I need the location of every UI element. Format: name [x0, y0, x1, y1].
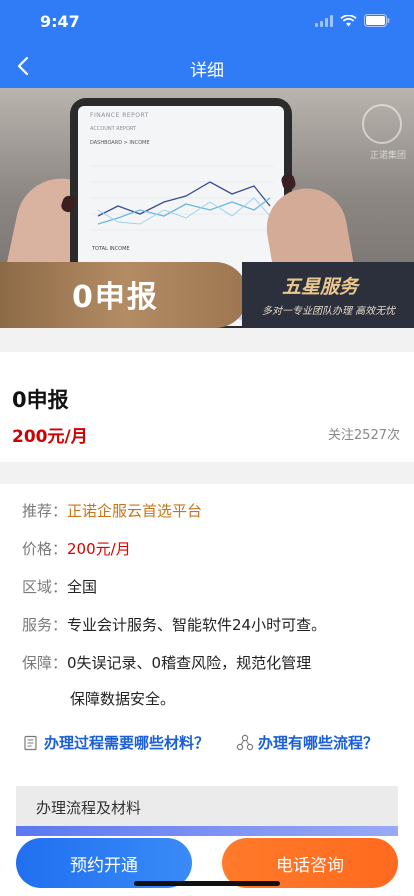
- detail-label: 服务：: [22, 616, 68, 634]
- wifi-icon: [340, 14, 357, 27]
- flow-section-title: 办理流程及材料: [36, 799, 142, 817]
- banner-five-star-plate: 五星服务 多对一专业团队办理 高效无忧: [242, 262, 414, 328]
- watermark-logo: [362, 104, 402, 144]
- detail-row-guarantee: 保障：0失误记录、0稽查风险，规范化管理: [22, 652, 311, 673]
- banner-five-star-subtext: 多对一专业团队办理 高效无忧: [262, 306, 396, 317]
- product-summary-card: 0申报 200元/月 关注2527次: [0, 352, 414, 462]
- detail-label: 保障：: [22, 654, 68, 672]
- detail-value: 0失误记录、0稽查风险，规范化管理: [67, 654, 312, 672]
- detail-value: 专业会计服务、智能软件24小时可查。: [67, 616, 327, 634]
- status-bar: 9:47: [0, 0, 414, 44]
- detail-label: 区域：: [22, 578, 68, 596]
- product-banner: FINANCE REPORT ACCOUNT REPORT DASHBOARD …: [0, 88, 414, 328]
- process-question-text: 办理有哪些流程？: [258, 734, 379, 752]
- detail-label: 推荐：: [22, 502, 68, 520]
- document-icon: [24, 735, 37, 750]
- flow-section-image: [16, 826, 398, 836]
- detail-row-recommend: 推荐：正诺企服云首选平台: [22, 500, 202, 521]
- banner-five-star-text: 五星服务: [282, 276, 359, 298]
- detail-row-region: 区域：全国: [22, 576, 97, 597]
- detail-row-service: 服务：专业会计服务、智能软件24小时可查。: [22, 614, 326, 635]
- flow-section-header: 办理流程及材料: [16, 786, 398, 826]
- detail-row-price: 价格：200元/月: [22, 538, 131, 559]
- page-title: 详细: [190, 61, 224, 81]
- banner-title-plate: 0申报: [0, 262, 248, 328]
- home-indicator: [134, 881, 280, 886]
- materials-question-link[interactable]: 办理过程需要哪些材料？: [22, 732, 209, 753]
- product-price: 200元/月: [12, 427, 88, 447]
- product-name: 0申报: [12, 388, 69, 412]
- process-question-link[interactable]: 办理有哪些流程？: [236, 732, 378, 753]
- detail-value: 200元/月: [67, 540, 131, 558]
- battery-icon: [364, 14, 390, 27]
- status-icons: [315, 14, 390, 27]
- nav-bar: 详细: [0, 44, 414, 88]
- materials-question-text: 办理过程需要哪些材料？: [44, 734, 210, 752]
- screen-total-label: TOTAL INCOME: [92, 246, 130, 252]
- signal-icon: [315, 14, 333, 27]
- detail-value: 全国: [67, 578, 98, 596]
- banner-main-text: 0申报: [72, 280, 159, 315]
- status-time: 9:47: [40, 12, 80, 31]
- product-details-card: 推荐：正诺企服云首选平台 价格：200元/月 区域：全国 服务：专业会计服务、智…: [0, 484, 414, 896]
- detail-label: 价格：: [22, 540, 68, 558]
- detail-guarantee-continued: 保障数据安全。: [70, 690, 176, 708]
- flow-icon: [236, 734, 254, 750]
- watermark-text: 正诺集团: [369, 151, 406, 161]
- detail-value: 正诺企服云首选平台: [67, 502, 203, 520]
- follow-count: 关注2527次: [327, 428, 400, 443]
